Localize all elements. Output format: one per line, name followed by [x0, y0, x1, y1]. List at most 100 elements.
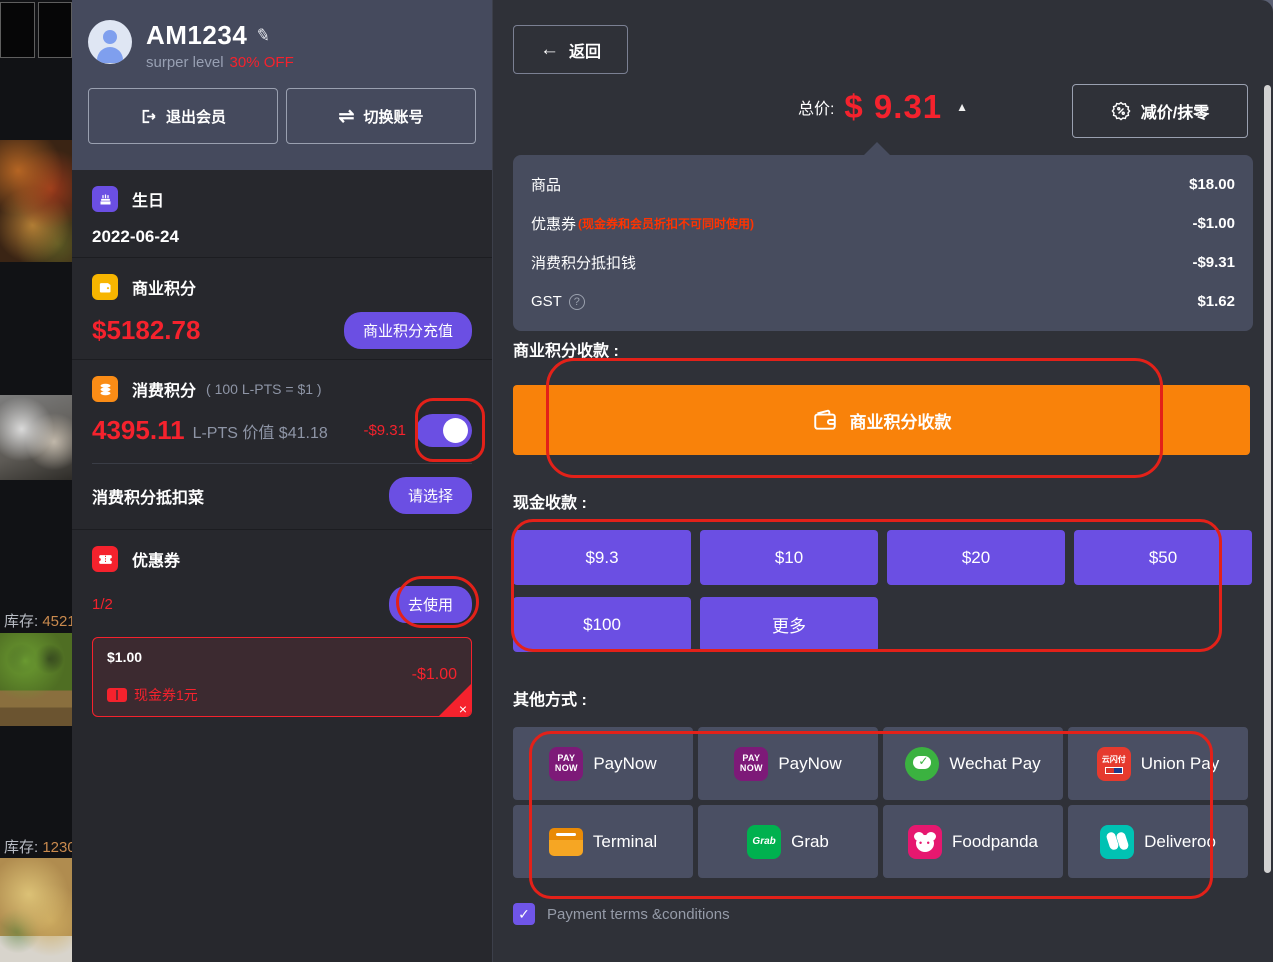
- discount-label: 减价/抹零: [1141, 99, 1209, 123]
- total-price[interactable]: 总价: $ 9.31 ▲: [798, 88, 968, 126]
- back-button[interactable]: ← 返回: [513, 25, 628, 74]
- row-label: GST: [531, 293, 562, 310]
- recharge-button[interactable]: 商业积分充值: [344, 312, 472, 349]
- coupon-ticket-icon: [92, 546, 118, 572]
- method-label: Foodpanda: [952, 832, 1038, 852]
- stock-label: 库存:: [4, 613, 38, 630]
- total-value: $ 9.31: [844, 88, 942, 126]
- points-desc: L-PTS 价值 $41.18: [193, 419, 328, 443]
- breakdown-row: 优惠券 (现金券和会员折扣不可同时使用) -$1.00: [531, 204, 1235, 243]
- remove-coupon-icon[interactable]: ×: [459, 701, 467, 717]
- coupon-section: 优惠券 1/2 去使用 $1.00 -$1.00 现金券1元 ×: [72, 530, 492, 731]
- wallet-outline-icon: [812, 407, 838, 433]
- paynow-tile[interactable]: PAY NOW PayNow: [513, 727, 693, 800]
- gst-help-icon[interactable]: ?: [569, 294, 585, 310]
- back-arrow-icon: ←: [540, 39, 559, 61]
- dish-image: [0, 395, 72, 480]
- avatar: [88, 20, 132, 64]
- method-label: Terminal: [593, 832, 657, 852]
- dimmed-menu-strip: 库存: 4521 库存: 12307: [0, 0, 72, 962]
- stock-value: 4521: [42, 613, 72, 630]
- paynow-tile[interactable]: PAY NOW PayNow: [698, 727, 878, 800]
- points-collect-heading: 商业积分收款 :: [513, 337, 619, 361]
- cash-amount-button[interactable]: $20: [887, 530, 1065, 585]
- coins-icon: [92, 376, 118, 402]
- price-discount-button[interactable]: 减价/抹零: [1072, 84, 1248, 138]
- cash-amount-button[interactable]: $50: [1074, 530, 1252, 585]
- breakdown-arrow: [863, 142, 891, 156]
- row-label: 消费积分抵扣钱: [531, 252, 636, 273]
- coupon-name: 现金券1元: [134, 685, 198, 705]
- use-coupon-button[interactable]: 去使用: [389, 586, 472, 623]
- logout-member-button[interactable]: 退出会员: [88, 88, 278, 144]
- breakdown-row: GST ? $1.62: [531, 282, 1235, 321]
- cash-collect-heading: 现金收款 :: [513, 489, 587, 513]
- method-label: PayNow: [593, 754, 656, 774]
- dish-image: [0, 858, 72, 962]
- terminal-tile[interactable]: Terminal: [513, 805, 693, 878]
- method-label: Grab: [791, 832, 829, 852]
- grab-tile[interactable]: Grab Grab: [698, 805, 878, 878]
- cash-amount-button[interactable]: $100: [513, 597, 691, 652]
- foodpanda-icon: [908, 825, 942, 859]
- row-value: -$9.31: [1192, 254, 1235, 271]
- business-points-section: 商业积分 $5182.78 商业积分充值: [72, 258, 492, 360]
- total-label: 总价:: [798, 95, 834, 119]
- union-pay-tile[interactable]: 云闪付 Union Pay: [1068, 727, 1248, 800]
- wechat-pay-tile[interactable]: Wechat Pay: [883, 727, 1063, 800]
- coupon-amount: $1.00: [107, 649, 142, 665]
- payment-method-grid: PAY NOW PayNow PAY NOW PayNow Wechat Pay…: [513, 727, 1248, 878]
- points-collect-label: 商业积分收款: [850, 408, 952, 433]
- menu-grid-cell: [0, 2, 35, 58]
- consume-points-section: 消费积分 ( 100 L-PTS = $1 ) 4395.11 L-PTS 价值…: [72, 360, 492, 530]
- birthday-cake-icon: [92, 186, 118, 212]
- birthday-value: 2022-06-24: [92, 227, 472, 247]
- cash-amount-button[interactable]: $9.3: [513, 530, 691, 585]
- foodpanda-tile[interactable]: Foodpanda: [883, 805, 1063, 878]
- paynow-icon: PAY NOW: [734, 747, 768, 781]
- paynow-icon: PAY NOW: [549, 747, 583, 781]
- member-panel: AM1234 ✎ surper level30% OFF 退出会员 ⇌ 切换账号: [72, 0, 492, 962]
- points-toggle[interactable]: [416, 414, 472, 447]
- stock-count: 库存: 12307: [4, 836, 72, 857]
- caret-up-icon: ▲: [956, 100, 968, 114]
- consume-points-label: 消费积分: [132, 377, 196, 401]
- logout-label: 退出会员: [166, 106, 226, 127]
- points-collect-button[interactable]: 商业积分收款: [513, 385, 1250, 455]
- other-methods-heading: 其他方式 :: [513, 686, 587, 710]
- select-dish-button[interactable]: 请选择: [389, 477, 472, 514]
- cash-amount-button[interactable]: $10: [700, 530, 878, 585]
- grab-icon: Grab: [747, 825, 781, 859]
- cash-amount-grid: $9.3 $10 $20 $50 $100 更多: [513, 530, 1252, 652]
- method-label: Deliveroo: [1144, 832, 1216, 852]
- stock-value: 12307: [42, 839, 72, 856]
- badge-percent-icon: [1111, 101, 1131, 121]
- row-value: $18.00: [1189, 176, 1235, 193]
- coupon-discount: -$1.00: [412, 666, 457, 684]
- deliveroo-tile[interactable]: Deliveroo: [1068, 805, 1248, 878]
- coupon-label: 优惠券: [132, 547, 180, 571]
- birthday-label: 生日: [132, 187, 164, 211]
- swap-icon: ⇌: [339, 105, 355, 128]
- switch-account-button[interactable]: ⇌ 切换账号: [286, 88, 476, 144]
- scrollbar-thumb[interactable]: [1264, 85, 1271, 873]
- back-label: 返回: [569, 38, 601, 62]
- coupon-card[interactable]: $1.00 -$1.00 现金券1元 ×: [92, 637, 472, 717]
- dish-image: [0, 633, 72, 726]
- terms-checkbox[interactable]: ✓: [513, 903, 535, 925]
- business-points-value: $5182.78: [92, 315, 200, 346]
- cash-more-button[interactable]: 更多: [700, 597, 878, 652]
- payment-panel: ← 返回 总价: $ 9.31 ▲ 减价/抹零 商品 $18.00 优惠券 (现…: [492, 0, 1273, 962]
- coupon-count: 1/2: [92, 596, 113, 613]
- switch-label: 切换账号: [363, 106, 423, 127]
- method-label: Union Pay: [1141, 754, 1219, 774]
- member-discount: 30% OFF: [230, 54, 294, 71]
- dish-image: [0, 140, 72, 262]
- wechat-pay-icon: [905, 747, 939, 781]
- wallet-icon: [92, 274, 118, 300]
- row-value: -$1.00: [1192, 215, 1235, 232]
- deliveroo-icon: [1100, 825, 1134, 859]
- edit-name-icon[interactable]: ✎: [255, 24, 273, 46]
- union-pay-icon: 云闪付: [1097, 747, 1131, 781]
- points-deduction: -$9.31: [363, 422, 406, 439]
